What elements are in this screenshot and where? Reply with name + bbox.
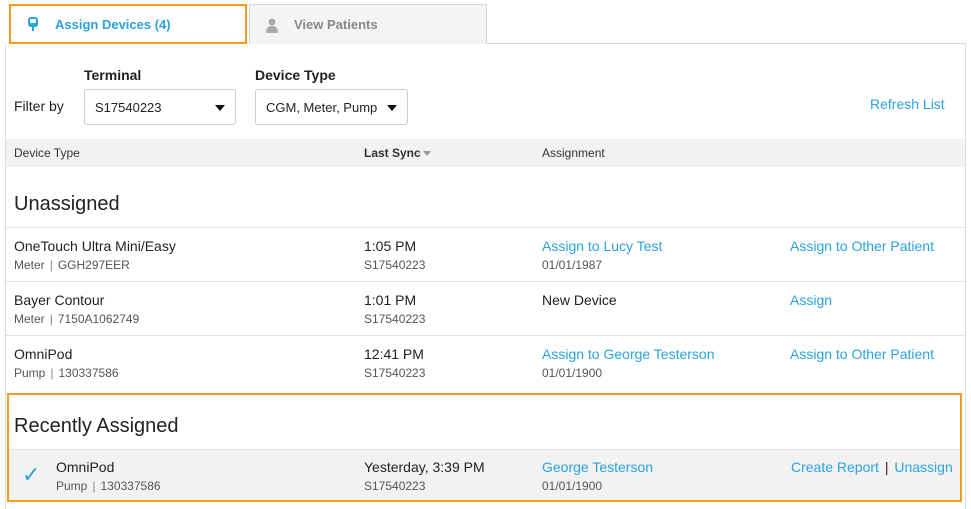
- device-type-select-value: CGM, Meter, Pump: [266, 99, 378, 115]
- device-name: Bayer Contour: [14, 292, 105, 308]
- device-type-select[interactable]: CGM, Meter, Pump: [255, 89, 408, 125]
- assign-link[interactable]: Assign: [790, 292, 832, 308]
- terminal-select[interactable]: S17540223: [84, 89, 236, 125]
- assign-suggested-link[interactable]: Assign to George Testerson: [542, 346, 715, 362]
- meta-separator: |: [92, 479, 96, 493]
- patient-dob: 01/01/1900: [542, 366, 603, 380]
- caret-down-icon: [387, 105, 397, 111]
- row-actions: Create Report | Unassign: [791, 459, 953, 475]
- sync-time: 1:05 PM: [364, 238, 417, 254]
- terminal-label: Terminal: [84, 67, 142, 83]
- sort-down-icon: [422, 151, 431, 157]
- table-row: OmniPod Pump | 130337586 12:41 PM S1754022…: [6, 335, 965, 389]
- unassign-link[interactable]: Unassign: [894, 459, 952, 475]
- filter-by-label: Filter by: [14, 98, 64, 114]
- device-kind: Pump: [56, 479, 88, 493]
- sync-terminal: S17540223: [364, 479, 426, 493]
- sync-time: 1:01 PM: [364, 292, 417, 308]
- table-row: OneTouch Ultra Mini/Easy Meter | GGH297EER…: [6, 227, 965, 281]
- tab-assign-devices[interactable]: Assign Devices (4): [9, 4, 247, 44]
- recently-assigned-title: Recently Assigned: [14, 415, 179, 437]
- unassigned-title: Unassigned: [14, 193, 120, 215]
- create-report-link[interactable]: Create Report: [791, 459, 879, 475]
- person-icon: [250, 17, 294, 33]
- tab-bar: Assign Devices (4) View Patients: [0, 0, 971, 44]
- device-serial: 7150A1062749: [57, 312, 140, 326]
- table-row: Bayer Contour Meter | 7150A1062749 1:01 PM…: [6, 281, 965, 335]
- tab-view-patients[interactable]: View Patients: [249, 4, 487, 44]
- tab-view-patients-label: View Patients: [294, 17, 378, 32]
- assign-other-patient-link[interactable]: Assign to Other Patient: [790, 238, 934, 254]
- sync-terminal: S17540223: [364, 312, 426, 326]
- device-kind: Meter: [14, 258, 45, 272]
- device-serial: 130337586: [100, 479, 161, 493]
- action-divider: |: [884, 459, 889, 475]
- tab-assign-devices-label: Assign Devices (4): [55, 16, 171, 32]
- sync-time: Yesterday, 3:39 PM: [364, 459, 485, 475]
- table-header: Device Type Last Sync Assignment: [6, 139, 965, 167]
- sync-terminal: S17540223: [364, 366, 426, 380]
- meta-separator: |: [50, 366, 54, 380]
- assign-other-patient-link[interactable]: Assign to Other Patient: [790, 346, 934, 362]
- checkmark-icon: ✓: [22, 462, 41, 487]
- table-row: ✓ OmniPod Pump | 130337586 Yesterday, 3:39…: [9, 449, 960, 500]
- patient-link[interactable]: George Testerson: [542, 459, 653, 475]
- device-name: OneTouch Ultra Mini/Easy: [14, 238, 176, 254]
- col-assignment: Assignment: [542, 146, 605, 160]
- meta-separator: |: [49, 312, 53, 326]
- patient-dob: 01/01/1900: [542, 479, 603, 493]
- device-meta: Meter | GGH297EER: [14, 258, 130, 272]
- meta-separator: |: [49, 258, 53, 272]
- device-name: OmniPod: [56, 459, 115, 475]
- patient-dob: 01/01/1987: [542, 258, 603, 272]
- col-last-sync-label: Last Sync: [364, 146, 421, 160]
- device-serial: 130337586: [58, 366, 119, 380]
- device-kind: Pump: [14, 366, 46, 380]
- col-last-sync[interactable]: Last Sync: [364, 146, 431, 160]
- caret-down-icon: [215, 105, 225, 111]
- col-device-type: Device Type: [14, 146, 80, 160]
- assign-suggested-link[interactable]: Assign to Lucy Test: [542, 238, 662, 254]
- refresh-list-link[interactable]: Refresh List: [870, 96, 945, 112]
- device-serial: GGH297EER: [57, 258, 130, 272]
- terminal-select-value: S17540223: [95, 99, 162, 115]
- device-meta: Meter | 7150A1062749: [14, 312, 139, 326]
- device-meta: Pump | 130337586: [56, 479, 161, 493]
- device-type-label: Device Type: [255, 67, 336, 83]
- device-icon: [11, 16, 55, 32]
- device-meta: Pump | 130337586: [14, 366, 119, 380]
- sync-terminal: S17540223: [364, 258, 426, 272]
- sync-time: 12:41 PM: [364, 346, 424, 362]
- device-kind: Meter: [14, 312, 45, 326]
- new-device-label: New Device: [542, 292, 617, 308]
- device-name: OmniPod: [14, 346, 73, 362]
